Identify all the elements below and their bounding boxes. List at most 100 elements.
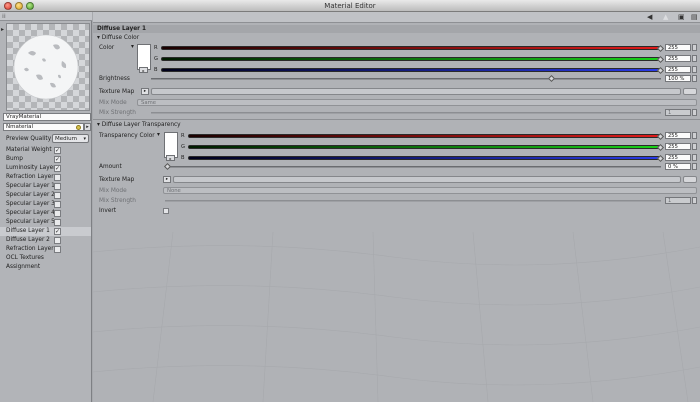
trans-green-spinner[interactable] (692, 143, 697, 150)
color-picker-button[interactable]: ▸ (139, 67, 148, 73)
trans-blue-slider[interactable] (188, 156, 661, 160)
mix-strength-value-field[interactable]: 1 (665, 109, 691, 116)
trans-texture-map-edit-button[interactable] (683, 176, 697, 183)
channel-item[interactable]: Material Weight ✓ (0, 146, 91, 155)
green-slider[interactable] (161, 57, 661, 61)
channel-item[interactable]: Bump ✓ (0, 155, 91, 164)
assignment-item[interactable]: Assignment (0, 263, 91, 272)
amount-slider[interactable] (165, 166, 661, 168)
channel-item-selected[interactable]: Diffuse Layer 1 ✓ (0, 227, 91, 236)
channel-item[interactable]: Specular Layer 5 (0, 218, 91, 227)
channel-checkbox[interactable] (54, 237, 61, 244)
channel-item[interactable]: Specular Layer 4 (0, 209, 91, 218)
preview-quality-label: Preview Quality (6, 136, 52, 142)
channel-checkbox[interactable] (54, 183, 61, 190)
preview-quality-select[interactable]: Medium ▾ (52, 134, 89, 143)
channel-item[interactable]: Specular Layer 3 (0, 200, 91, 209)
trans-green-channel-label: G (181, 144, 186, 150)
trans-mix-strength-slider[interactable] (165, 200, 661, 202)
blue-value-field[interactable]: 255 (665, 66, 691, 73)
channel-checkbox[interactable] (54, 219, 61, 226)
texture-map-field[interactable] (151, 88, 681, 95)
preview-menu-icon[interactable]: ▸ (1, 26, 4, 33)
trans-blue-spinner[interactable] (692, 154, 697, 161)
trans-red-slider[interactable] (188, 134, 661, 138)
trans-red-spinner[interactable] (692, 132, 697, 139)
channel-item[interactable]: Specular Layer 2 (0, 191, 91, 200)
color-menu-arrow-icon[interactable]: ▾ (131, 44, 134, 50)
trans-texture-map-menu-arrow-icon[interactable]: ▸ (163, 176, 171, 183)
channel-checkbox[interactable] (54, 210, 61, 217)
transparency-color-menu-arrow-icon[interactable]: ▾ (157, 132, 160, 138)
back-arrow-icon[interactable]: ◀ (647, 13, 652, 21)
brightness-spinner[interactable] (692, 75, 697, 82)
red-slider-thumb[interactable] (656, 44, 665, 53)
transparency-color-label: Transparency Color (99, 133, 155, 139)
trans-texture-map-field[interactable] (173, 176, 681, 183)
trans-green-slider[interactable] (188, 145, 661, 149)
trans-texture-map-label: Texture Map (99, 177, 135, 183)
trans-blue-slider-thumb[interactable] (656, 154, 665, 163)
mix-strength-spinner[interactable] (692, 109, 697, 116)
channel-label: Diffuse Layer 1 (6, 228, 50, 234)
mix-mode-value: Same (141, 100, 157, 106)
amount-slider-thumb[interactable] (163, 162, 172, 171)
channel-item[interactable]: Luminosity Layer ✓ (0, 164, 91, 173)
amount-spinner[interactable] (692, 163, 697, 170)
trans-mix-mode-select[interactable]: None (163, 187, 697, 194)
brightness-value-field[interactable]: 100 % (665, 75, 691, 82)
blue-slider[interactable] (161, 68, 661, 72)
blue-spinner[interactable] (692, 66, 697, 73)
trans-mix-mode-label: Mix Mode (99, 188, 127, 194)
forward-arrow-icon[interactable]: ▲ (663, 13, 668, 21)
ocl-textures-item[interactable]: OCL Textures (0, 254, 91, 263)
trans-blue-value-field[interactable]: 255 (665, 154, 691, 161)
transparency-group-toggle[interactable]: ▾ Diffuse Layer Transparency (97, 122, 181, 128)
mix-mode-select[interactable]: Same (137, 99, 697, 106)
channel-label: Specular Layer 2 (6, 192, 55, 198)
channel-checkbox[interactable]: ✓ (54, 165, 61, 172)
channel-item[interactable]: Refraction Layer (0, 173, 91, 182)
channel-checkbox[interactable] (54, 201, 61, 208)
node-name-field[interactable]: Nmaterial (3, 123, 84, 131)
trans-green-value-field[interactable]: 255 (665, 143, 691, 150)
red-spinner[interactable] (692, 44, 697, 51)
channel-checkbox[interactable] (54, 192, 61, 199)
channel-item[interactable]: Specular Layer 1 (0, 182, 91, 191)
green-value-field[interactable]: 255 (665, 55, 691, 62)
channel-checkbox[interactable] (54, 174, 61, 181)
trans-mix-strength-spinner[interactable] (692, 197, 697, 204)
material-name-field[interactable]: VrayMaterial (3, 113, 91, 121)
diffuse-color-group-toggle[interactable]: ▾ Diffuse Color (97, 35, 139, 41)
green-slider-thumb[interactable] (656, 55, 665, 64)
blue-slider-thumb[interactable] (656, 66, 665, 75)
channel-item[interactable]: Diffuse Layer 2 (0, 236, 91, 245)
channel-checkbox[interactable]: ✓ (54, 228, 61, 235)
channel-checkbox[interactable]: ✓ (54, 156, 61, 163)
node-menu-arrow-icon[interactable]: ▸ (84, 123, 91, 131)
channel-checkbox[interactable]: ✓ (54, 147, 61, 154)
attributes-panel: ◀ ▲ ▣ ▤ Diffuse Layer 1 ▾ Diffuse Color … (93, 12, 700, 402)
trans-red-slider-thumb[interactable] (656, 132, 665, 141)
channel-item[interactable]: Refraction Layer (0, 245, 91, 254)
trans-red-channel-label: R (181, 133, 185, 139)
brightness-slider[interactable] (151, 78, 661, 80)
brightness-slider-thumb[interactable] (547, 74, 555, 83)
transparency-color-picker-button[interactable]: ▸ (166, 155, 175, 161)
invert-checkbox[interactable] (163, 208, 169, 214)
layout-icon[interactable]: ▤ (691, 13, 698, 21)
trans-red-value-field[interactable]: 255 (665, 132, 691, 139)
channel-label: Diffuse Layer 2 (6, 237, 50, 243)
panel-grip-icon[interactable]: ⁞⁞ (2, 13, 6, 20)
texture-map-edit-button[interactable] (683, 88, 697, 95)
red-value-field[interactable]: 255 (665, 44, 691, 51)
lock-icon[interactable]: ▣ (678, 13, 685, 21)
trans-green-slider-thumb[interactable] (656, 143, 665, 152)
channel-checkbox[interactable] (54, 246, 61, 253)
texture-map-menu-arrow-icon[interactable]: ▸ (141, 88, 149, 95)
amount-value-field[interactable]: 0 % (665, 163, 691, 170)
green-spinner[interactable] (692, 55, 697, 62)
mix-strength-slider[interactable] (151, 112, 661, 114)
trans-mix-strength-value-field[interactable]: 1 (665, 197, 691, 204)
red-slider[interactable] (161, 46, 661, 50)
